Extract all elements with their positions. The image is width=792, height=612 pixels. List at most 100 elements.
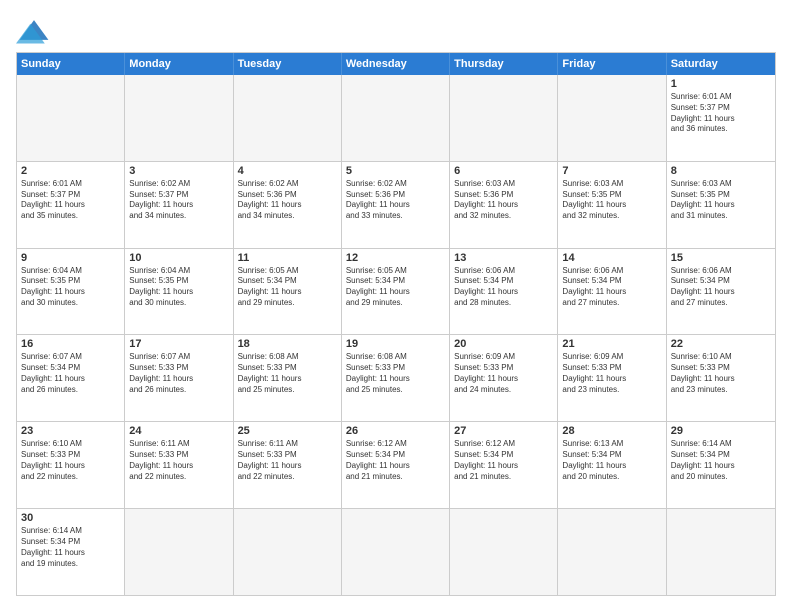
header-day-saturday: Saturday <box>667 53 775 75</box>
calendar-cell: 17 Sunrise: 6:07 AM Sunset: 5:33 PM Dayli… <box>125 335 233 421</box>
day-number: 1 <box>671 78 771 90</box>
calendar-body: 1 Sunrise: 6:01 AM Sunset: 5:37 PM Daylig… <box>17 75 775 595</box>
day-number: 12 <box>346 252 445 264</box>
day-info: Sunrise: 6:01 AM Sunset: 5:37 PM Dayligh… <box>671 92 771 135</box>
calendar-cell: 5 Sunrise: 6:02 AM Sunset: 5:36 PM Daylig… <box>342 162 450 248</box>
day-info: Sunrise: 6:08 AM Sunset: 5:33 PM Dayligh… <box>346 352 445 395</box>
calendar-row-0: 1 Sunrise: 6:01 AM Sunset: 5:37 PM Daylig… <box>17 75 775 161</box>
day-number: 28 <box>562 425 661 437</box>
day-info: Sunrise: 6:08 AM Sunset: 5:33 PM Dayligh… <box>238 352 337 395</box>
day-info: Sunrise: 6:10 AM Sunset: 5:33 PM Dayligh… <box>671 352 771 395</box>
day-info: Sunrise: 6:04 AM Sunset: 5:35 PM Dayligh… <box>129 266 228 309</box>
day-number: 13 <box>454 252 553 264</box>
day-info: Sunrise: 6:14 AM Sunset: 5:34 PM Dayligh… <box>671 439 771 482</box>
logo-icon <box>16 16 52 44</box>
day-number: 4 <box>238 165 337 177</box>
calendar-row-5: 30 Sunrise: 6:14 AM Sunset: 5:34 PM Dayli… <box>17 508 775 595</box>
calendar-cell: 11 Sunrise: 6:05 AM Sunset: 5:34 PM Dayli… <box>234 249 342 335</box>
day-info: Sunrise: 6:09 AM Sunset: 5:33 PM Dayligh… <box>454 352 553 395</box>
calendar-cell: 21 Sunrise: 6:09 AM Sunset: 5:33 PM Dayli… <box>558 335 666 421</box>
day-info: Sunrise: 6:02 AM Sunset: 5:36 PM Dayligh… <box>238 179 337 222</box>
calendar-cell: 26Sunrise: 6:12 AM Sunset: 5:34 PM Dayli… <box>342 422 450 508</box>
calendar-header: SundayMondayTuesdayWednesdayThursdayFrid… <box>17 53 775 75</box>
day-number: 20 <box>454 338 553 350</box>
day-info: Sunrise: 6:03 AM Sunset: 5:35 PM Dayligh… <box>562 179 661 222</box>
day-number: 16 <box>21 338 120 350</box>
day-info: Sunrise: 6:09 AM Sunset: 5:33 PM Dayligh… <box>562 352 661 395</box>
calendar-cell: 20 Sunrise: 6:09 AM Sunset: 5:33 PM Dayli… <box>450 335 558 421</box>
day-info: Sunrise: 6:02 AM Sunset: 5:37 PM Dayligh… <box>129 179 228 222</box>
calendar-cell <box>234 509 342 595</box>
calendar-cell: 9 Sunrise: 6:04 AM Sunset: 5:35 PM Daylig… <box>17 249 125 335</box>
calendar-cell: 24 Sunrise: 6:11 AM Sunset: 5:33 PM Dayli… <box>125 422 233 508</box>
day-info: Sunrise: 6:11 AM Sunset: 5:33 PM Dayligh… <box>129 439 228 482</box>
logo <box>16 16 56 44</box>
calendar-cell: 30 Sunrise: 6:14 AM Sunset: 5:34 PM Dayli… <box>17 509 125 595</box>
day-info: Sunrise: 6:04 AM Sunset: 5:35 PM Dayligh… <box>21 266 120 309</box>
calendar-cell: 19 Sunrise: 6:08 AM Sunset: 5:33 PM Dayli… <box>342 335 450 421</box>
calendar-row-2: 9 Sunrise: 6:04 AM Sunset: 5:35 PM Daylig… <box>17 248 775 335</box>
calendar-cell: 10 Sunrise: 6:04 AM Sunset: 5:35 PM Dayli… <box>125 249 233 335</box>
calendar-cell <box>17 75 125 161</box>
calendar-cell <box>667 509 775 595</box>
day-info: Sunrise: 6:06 AM Sunset: 5:34 PM Dayligh… <box>454 266 553 309</box>
calendar-cell <box>125 509 233 595</box>
day-info: Sunrise: 6:14 AM Sunset: 5:34 PM Dayligh… <box>21 526 120 569</box>
day-info: Sunrise: 6:01 AM Sunset: 5:37 PM Dayligh… <box>21 179 120 222</box>
calendar-cell <box>342 75 450 161</box>
day-number: 26 <box>346 425 445 437</box>
day-info: Sunrise: 6:05 AM Sunset: 5:34 PM Dayligh… <box>346 266 445 309</box>
day-number: 11 <box>238 252 337 264</box>
calendar-cell: 25Sunrise: 6:11 AM Sunset: 5:33 PM Dayli… <box>234 422 342 508</box>
calendar-cell: 8Sunrise: 6:03 AM Sunset: 5:35 PM Daylig… <box>667 162 775 248</box>
header-day-wednesday: Wednesday <box>342 53 450 75</box>
day-number: 9 <box>21 252 120 264</box>
day-info: Sunrise: 6:06 AM Sunset: 5:34 PM Dayligh… <box>671 266 771 309</box>
header-day-monday: Monday <box>125 53 233 75</box>
day-number: 22 <box>671 338 771 350</box>
day-number: 19 <box>346 338 445 350</box>
calendar-cell: 12 Sunrise: 6:05 AM Sunset: 5:34 PM Dayli… <box>342 249 450 335</box>
day-info: Sunrise: 6:11 AM Sunset: 5:33 PM Dayligh… <box>238 439 337 482</box>
calendar-cell: 18 Sunrise: 6:08 AM Sunset: 5:33 PM Dayli… <box>234 335 342 421</box>
header-day-tuesday: Tuesday <box>234 53 342 75</box>
header <box>16 16 776 44</box>
day-number: 15 <box>671 252 771 264</box>
calendar-row-4: 23Sunrise: 6:10 AM Sunset: 5:33 PM Dayli… <box>17 421 775 508</box>
day-info: Sunrise: 6:02 AM Sunset: 5:36 PM Dayligh… <box>346 179 445 222</box>
day-number: 8 <box>671 165 771 177</box>
day-info: Sunrise: 6:06 AM Sunset: 5:34 PM Dayligh… <box>562 266 661 309</box>
day-number: 3 <box>129 165 228 177</box>
header-day-thursday: Thursday <box>450 53 558 75</box>
day-info: Sunrise: 6:07 AM Sunset: 5:34 PM Dayligh… <box>21 352 120 395</box>
day-number: 24 <box>129 425 228 437</box>
calendar-cell: 27Sunrise: 6:12 AM Sunset: 5:34 PM Dayli… <box>450 422 558 508</box>
day-number: 5 <box>346 165 445 177</box>
day-info: Sunrise: 6:12 AM Sunset: 5:34 PM Dayligh… <box>454 439 553 482</box>
calendar-row-3: 16 Sunrise: 6:07 AM Sunset: 5:34 PM Dayli… <box>17 334 775 421</box>
calendar-cell: 2 Sunrise: 6:01 AM Sunset: 5:37 PM Daylig… <box>17 162 125 248</box>
calendar-cell: 28 Sunrise: 6:13 AM Sunset: 5:34 PM Dayli… <box>558 422 666 508</box>
calendar-cell <box>558 75 666 161</box>
day-number: 2 <box>21 165 120 177</box>
calendar: SundayMondayTuesdayWednesdayThursdayFrid… <box>16 52 776 596</box>
day-number: 18 <box>238 338 337 350</box>
calendar-cell: 4 Sunrise: 6:02 AM Sunset: 5:36 PM Daylig… <box>234 162 342 248</box>
day-number: 10 <box>129 252 228 264</box>
calendar-cell: 23Sunrise: 6:10 AM Sunset: 5:33 PM Dayli… <box>17 422 125 508</box>
header-day-friday: Friday <box>558 53 666 75</box>
day-info: Sunrise: 6:10 AM Sunset: 5:33 PM Dayligh… <box>21 439 120 482</box>
calendar-cell: 1 Sunrise: 6:01 AM Sunset: 5:37 PM Daylig… <box>667 75 775 161</box>
day-number: 30 <box>21 512 120 524</box>
day-info: Sunrise: 6:13 AM Sunset: 5:34 PM Dayligh… <box>562 439 661 482</box>
calendar-cell <box>558 509 666 595</box>
calendar-cell <box>450 75 558 161</box>
calendar-cell: 15 Sunrise: 6:06 AM Sunset: 5:34 PM Dayli… <box>667 249 775 335</box>
day-number: 21 <box>562 338 661 350</box>
day-info: Sunrise: 6:07 AM Sunset: 5:33 PM Dayligh… <box>129 352 228 395</box>
day-number: 17 <box>129 338 228 350</box>
calendar-row-1: 2 Sunrise: 6:01 AM Sunset: 5:37 PM Daylig… <box>17 161 775 248</box>
calendar-cell: 29Sunrise: 6:14 AM Sunset: 5:34 PM Dayli… <box>667 422 775 508</box>
day-info: Sunrise: 6:05 AM Sunset: 5:34 PM Dayligh… <box>238 266 337 309</box>
calendar-cell: 3 Sunrise: 6:02 AM Sunset: 5:37 PM Daylig… <box>125 162 233 248</box>
